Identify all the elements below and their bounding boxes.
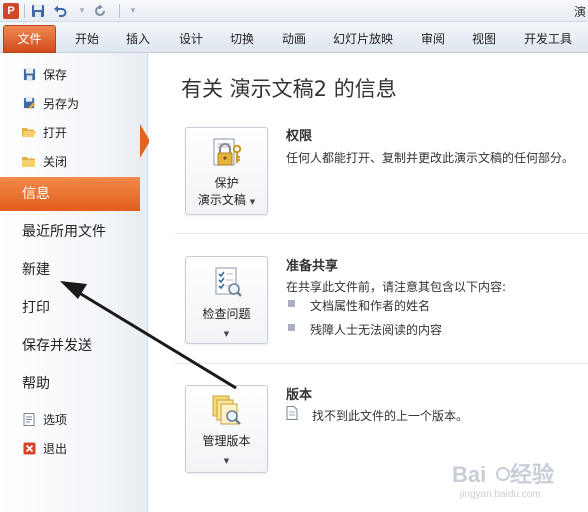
nav-save[interactable]: 保存 — [0, 61, 147, 87]
tab-review[interactable]: 审阅 — [418, 28, 448, 52]
prepare-bullet-2: 残障人士无法阅读的内容 — [310, 323, 443, 337]
manage-versions-icon — [212, 395, 241, 425]
inspect-document-icon — [215, 267, 242, 297]
tab-slideshow[interactable]: 幻灯片放映 — [330, 28, 396, 52]
section-divider — [175, 363, 588, 364]
tab-file[interactable]: 文件 — [3, 25, 56, 53]
exit-icon — [22, 441, 36, 455]
info-panel: 有关 演示文稿2 的信息 保护 演示文稿 ▼ 权限 任何人都能打开、复制并更改此… — [149, 53, 588, 512]
svg-text:Bai: Bai — [452, 462, 486, 487]
document-icon — [286, 406, 298, 420]
nav-print[interactable]: 打印 — [0, 291, 147, 325]
bullet-marker — [288, 324, 295, 331]
permissions-heading: 权限 — [286, 129, 313, 144]
tab-developer[interactable]: 开发工具 — [520, 28, 576, 52]
check-issues-label: 检查问题 — [202, 307, 251, 321]
powerpoint-logo-icon[interactable]: P — [3, 2, 19, 19]
nav-open-label: 打开 — [43, 125, 68, 140]
nav-exit[interactable]: 退出 — [0, 435, 147, 461]
svg-text:经验: 经验 — [510, 462, 554, 487]
prepare-description: 在共享此文件前，请注意其包含以下内容: — [286, 280, 507, 294]
tab-insert[interactable]: 插入 — [123, 28, 153, 52]
nav-open[interactable]: 打开 — [0, 119, 147, 145]
nav-options-label: 选项 — [43, 412, 68, 427]
nav-close-label: 关闭 — [43, 154, 68, 169]
versions-heading: 版本 — [286, 388, 313, 403]
save-as-icon — [22, 96, 36, 110]
close-folder-icon — [22, 154, 36, 168]
prepare-heading: 准备共享 — [286, 259, 339, 274]
bullet-marker — [288, 300, 295, 307]
tab-design[interactable]: 设计 — [176, 28, 206, 52]
undo-dropdown-icon[interactable]: ▾ — [74, 3, 90, 19]
nav-save-as-label: 另存为 — [43, 96, 80, 111]
nav-save-and-send[interactable]: 保存并发送 — [0, 329, 147, 363]
nav-close[interactable]: 关闭 — [0, 148, 147, 174]
permissions-description: 任何人都能打开、复制并更改此演示文稿的任何部分。 — [286, 151, 575, 165]
manage-versions-button[interactable]: 管理版本 ▼ — [185, 385, 268, 473]
backstage-nav: 保存 另存为 打开 关闭 信息 最近所用文件 新建 打印 保存并发送 帮助 选项… — [0, 53, 148, 512]
lock-key-icon — [213, 138, 242, 166]
check-for-issues-button[interactable]: 检查问题 ▼ — [185, 256, 268, 344]
nav-exit-label: 退出 — [43, 441, 68, 456]
nav-save-label: 保存 — [43, 67, 68, 82]
open-folder-icon — [22, 125, 36, 139]
tab-animations[interactable]: 动画 — [279, 28, 309, 52]
nav-save-as[interactable]: 另存为 — [0, 90, 147, 116]
nav-new[interactable]: 新建 — [0, 253, 147, 287]
svg-text:jingyan.baidu.com: jingyan.baidu.com — [459, 489, 541, 500]
chevron-down-icon: ▼ — [223, 457, 230, 465]
toolbar-separator — [119, 3, 120, 18]
tab-view[interactable]: 视图 — [469, 28, 499, 52]
manage-versions-label: 管理版本 — [202, 434, 251, 448]
save-icon[interactable] — [30, 3, 46, 19]
options-icon — [22, 412, 36, 426]
page-title: 有关 演示文稿2 的信息 — [181, 77, 397, 101]
protect-button-line1: 保护 — [214, 176, 239, 190]
nav-options[interactable]: 选项 — [0, 406, 147, 432]
customize-toolbar-icon[interactable]: ▾ — [125, 3, 141, 19]
toolbar-separator — [24, 3, 25, 18]
chevron-down-icon: ▼ — [223, 330, 230, 338]
protect-presentation-button[interactable]: 保护 演示文稿 ▼ — [185, 127, 268, 215]
undo-icon[interactable] — [52, 3, 68, 19]
prepare-bullet-1: 文档属性和作者的姓名 — [310, 299, 431, 313]
ribbon-tabs: 文件 开始 插入 设计 切换 动画 幻灯片放映 审阅 视图 开发工具 — [0, 22, 588, 53]
tab-home[interactable]: 开始 — [72, 28, 102, 52]
save-icon — [22, 67, 36, 81]
chevron-down-icon: ▼ — [249, 198, 256, 206]
redo-icon[interactable] — [92, 3, 108, 19]
section-divider — [175, 233, 588, 234]
window-title: 演 — [573, 5, 586, 19]
versions-description: 找不到此文件的上一个版本。 — [312, 409, 469, 423]
nav-help[interactable]: 帮助 — [0, 367, 147, 401]
baidu-watermark-logo: Bai 经验 jingyan.baidu.com — [452, 462, 554, 500]
protect-button-line2: 演示文稿 ▼ — [197, 193, 256, 207]
nav-recent[interactable]: 最近所用文件 — [0, 215, 147, 249]
nav-info[interactable]: 信息 — [0, 177, 140, 211]
tab-transitions[interactable]: 切换 — [227, 28, 257, 52]
quick-access-toolbar: P ▾ ▾ 演 — [0, 0, 588, 22]
